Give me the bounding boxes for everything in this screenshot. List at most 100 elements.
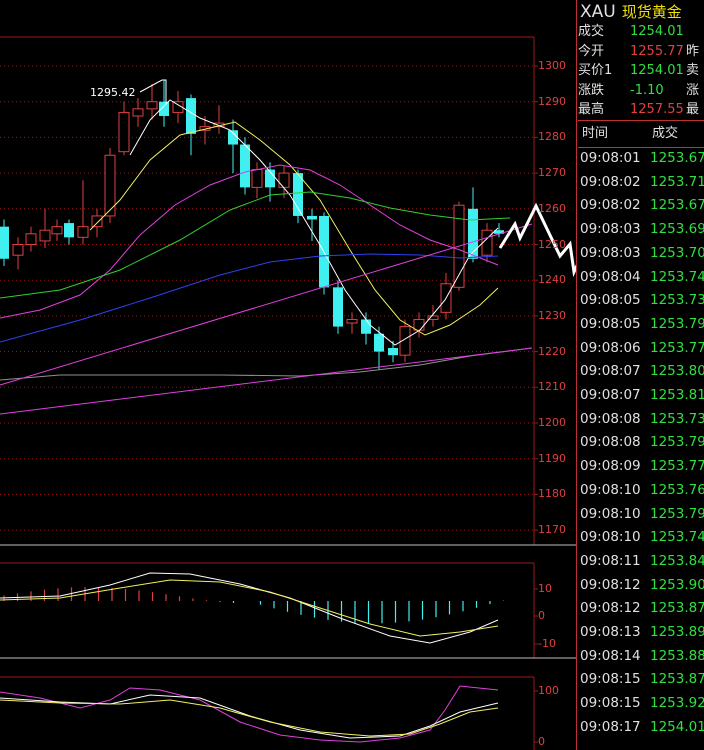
candlestick-chart[interactable]: 1295.42 1300 1290 1280 1270 1260 1250 1240 1230… — [0, 0, 576, 750]
tick-price: 1253.79 — [650, 434, 704, 451]
tick-price: 1253.70 — [650, 244, 704, 261]
symbol-name: 现货黄金 — [621, 3, 682, 21]
tick-row: 09:08:15 1253.92 — [580, 692, 704, 716]
tick-price: 1253.92 — [650, 695, 704, 712]
price-axis-label: 1200 — [538, 416, 566, 429]
tick-row: 09:08:04 1253.74 — [580, 266, 704, 290]
tick-price: 1253.89 — [650, 624, 704, 640]
tick-time: 09:08:17 — [580, 718, 641, 735]
candle-body — [51, 226, 63, 235]
candle-body — [132, 108, 144, 117]
candle-body — [361, 319, 371, 334]
macd-dif-line — [0, 572, 499, 644]
candle-body — [240, 144, 250, 188]
tick-price: 1254.01 — [650, 718, 704, 735]
quote-row: 成交 1254.01 — [578, 22, 686, 41]
trend-line — [0, 347, 533, 415]
tick-row: 09:08:12 1253.90 — [580, 574, 704, 598]
candle-body — [12, 244, 24, 256]
tick-price: 1253.79 — [650, 505, 704, 522]
quote-row: 今开 1255.77 昨 — [578, 42, 699, 61]
candle-body — [146, 101, 158, 110]
tick-price: 1253.67 — [650, 197, 704, 214]
candle-body — [346, 318, 358, 324]
quote-value: -1.10 — [630, 82, 664, 98]
quote-row: 最高 1257.55 最 — [578, 100, 699, 119]
quote-label: 买价1 — [578, 63, 613, 78]
kdj-axis-label: 100 — [538, 684, 559, 697]
quote-title: XAU 现货黄金 — [580, 1, 682, 22]
candle-body — [39, 229, 51, 242]
tick-price: 1253.77 — [650, 339, 704, 356]
tick-row: 09:08:17 1254.01 — [580, 716, 704, 740]
macd-axis-label: 10 — [538, 582, 552, 595]
price-axis-label: 1170 — [538, 523, 566, 537]
price-axis-label: 1300 — [538, 59, 566, 72]
tick-price: 1253.73 — [650, 410, 704, 427]
tick-time: 09:08:07 — [580, 387, 641, 403]
price-axis-label: 1230 — [538, 308, 566, 322]
tick-time: 09:08:15 — [580, 695, 641, 712]
price-axis-label: 1270 — [538, 166, 566, 180]
tick-time: 09:08:09 — [580, 458, 641, 475]
tick-time: 09:08:15 — [580, 671, 641, 688]
price-axis-label: 1210 — [538, 380, 566, 394]
tick-price: 1253.71 — [650, 173, 704, 190]
tick-price: 1253.88 — [650, 647, 704, 664]
tick-row: 09:08:10 1253.74 — [580, 526, 704, 550]
tick-list-header: 时间 成交 — [578, 120, 704, 148]
candle-body — [118, 111, 130, 153]
macd-axis-label: -10 — [538, 637, 556, 650]
price-axis-label: 1250 — [538, 237, 566, 251]
tick-time: 09:08:04 — [580, 268, 641, 285]
tick-price: 1253.73 — [650, 292, 704, 309]
candle-body — [91, 215, 103, 228]
quote-label-secondary: 涨 — [686, 82, 700, 98]
quote-value: 1255.77 — [630, 43, 684, 59]
macd-dea-line — [0, 579, 499, 637]
tick-time: 09:08:10 — [580, 481, 641, 498]
candle-body — [374, 333, 384, 352]
kdj-j-line — [0, 685, 499, 743]
tick-time: 09:08:07 — [580, 363, 641, 380]
tick-time: 09:08:10 — [580, 529, 641, 546]
price-axis-label: 1260 — [538, 201, 566, 215]
tick-row: 09:08:15 1253.87 — [580, 668, 704, 692]
candle-body — [413, 318, 425, 331]
ma10-line — [89, 121, 499, 336]
tick-price: 1253.74 — [650, 268, 704, 285]
tick-row: 09:08:05 1253.79 — [580, 313, 704, 337]
candle-body — [293, 173, 303, 216]
tick-time: 09:08:02 — [580, 173, 641, 190]
tick-price: 1253.76 — [650, 481, 704, 498]
tick-row: 09:08:07 1253.81 — [580, 384, 704, 408]
tick-time: 09:08:02 — [580, 197, 641, 214]
tick-row: 09:08:01 1253.67 — [580, 147, 704, 171]
tick-row: 09:08:03 1253.69 — [580, 218, 704, 242]
tick-time: 09:08:12 — [580, 576, 641, 593]
tick-time: 09:08:03 — [580, 221, 641, 238]
tick-price: 1253.90 — [650, 576, 704, 593]
quote-label-secondary: 最 — [686, 102, 700, 117]
candle-body — [481, 229, 493, 256]
price-axis-label: 1290 — [538, 94, 566, 108]
quote-row: 涨跌 -1.10 涨 — [578, 81, 699, 100]
quote-label: 涨跌 — [578, 82, 605, 98]
tick-price: 1253.87 — [650, 671, 704, 688]
tick-row: 09:08:13 1253.89 — [580, 621, 704, 645]
quote-value: 1257.55 — [630, 102, 684, 117]
tick-time: 09:08:05 — [580, 315, 641, 332]
candle-body — [251, 169, 263, 188]
quote-value: 1254.01 — [630, 24, 684, 39]
tick-price: 1253.79 — [650, 315, 704, 332]
symbol-code: XAU — [580, 2, 616, 22]
kdj-axis-label: 0 — [538, 735, 545, 748]
tick-time: 09:08:12 — [580, 600, 641, 617]
tick-price: 1253.80 — [650, 363, 704, 380]
tick-price: 1253.74 — [650, 529, 704, 546]
ma120-line — [0, 347, 533, 381]
candle-body — [186, 98, 196, 134]
price-axis-label: 1280 — [538, 130, 566, 144]
tick-row: 09:08:06 1253.77 — [580, 337, 704, 361]
tick-row: 09:08:02 1253.71 — [580, 171, 704, 195]
